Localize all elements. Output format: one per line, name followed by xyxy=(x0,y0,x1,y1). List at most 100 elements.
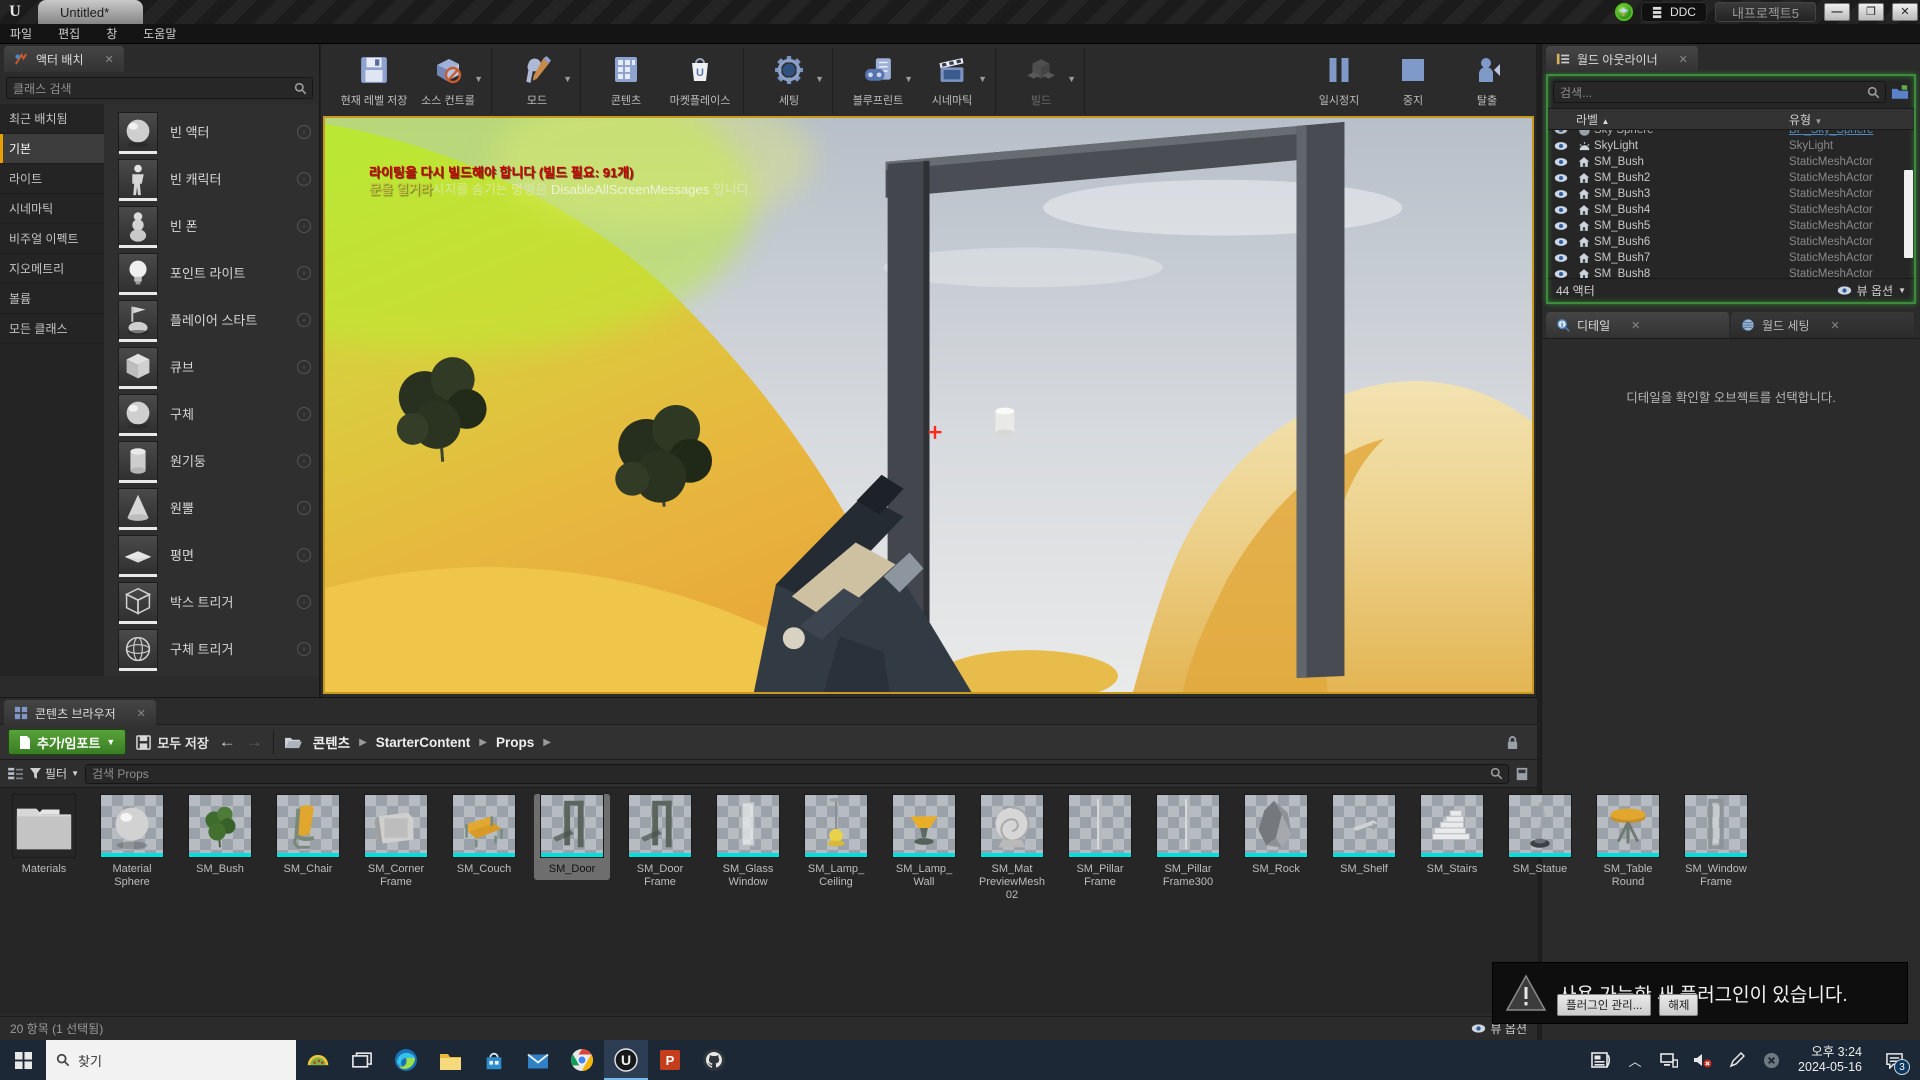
close-icon[interactable]: ✕ xyxy=(1631,319,1640,332)
content-browser-tab[interactable]: 콘텐츠 브라우저 ✕ xyxy=(4,700,156,726)
taskbar-search-input[interactable]: 찾기 xyxy=(46,1040,296,1080)
chevron-down-icon[interactable]: ▼ xyxy=(563,74,572,84)
label-column[interactable]: 라벨 xyxy=(1576,113,1598,127)
sources-panel-icon[interactable] xyxy=(8,767,24,781)
breadcrumb-StarterContent[interactable]: StarterContent xyxy=(376,735,471,750)
actor-item[interactable]: 빈 캐릭터◦ xyxy=(104,155,319,202)
asset-SM_Lamp_-Wall[interactable]: SM_Lamp_ Wall xyxy=(886,794,962,893)
stop-button[interactable]: 중지 xyxy=(1376,48,1450,114)
build-button[interactable]: 빌드▼ xyxy=(1004,48,1078,114)
close-icon[interactable]: ✕ xyxy=(1831,319,1840,332)
asset-SM_Rock[interactable]: SM_Rock xyxy=(1238,794,1314,880)
taskbar-app-chrome[interactable] xyxy=(560,1040,604,1080)
taskbar-app-store[interactable] xyxy=(472,1040,516,1080)
marketplace-button[interactable]: U마켓플레이스 xyxy=(663,48,737,114)
asset-SM_Lamp_-Ceiling[interactable]: SM_Lamp_ Ceiling xyxy=(798,794,874,893)
chevron-down-icon[interactable]: ▼ xyxy=(815,74,824,84)
category-최근 배치됨[interactable]: 최근 배치됨 xyxy=(0,104,104,134)
menu-창[interactable]: 창 xyxy=(106,25,117,42)
cinematics-button[interactable]: 시네마틱▼ xyxy=(915,48,989,114)
asset-SM_Chair[interactable]: SM_Chair xyxy=(270,794,346,880)
save-search-icon[interactable] xyxy=(1515,767,1529,781)
forward-button[interactable]: → xyxy=(246,732,263,752)
actor-item[interactable]: 빈 액터◦ xyxy=(104,108,319,155)
taskbar-app-explorer[interactable] xyxy=(428,1040,472,1080)
actor-item[interactable]: 포인트 라이트◦ xyxy=(104,249,319,296)
category-지오메트리[interactable]: 지오메트리 xyxy=(0,254,104,284)
taskbar-app-mail[interactable] xyxy=(516,1040,560,1080)
outliner-search-input[interactable]: 검색... xyxy=(1553,81,1886,103)
outliner-row[interactable]: SM_BushStaticMeshActor xyxy=(1548,154,1914,170)
maximize-button[interactable]: ❐ xyxy=(1858,3,1884,21)
taskbar-app-taskview[interactable] xyxy=(340,1040,384,1080)
pause-button[interactable]: 일시정지 xyxy=(1302,48,1376,114)
new-folder-icon[interactable] xyxy=(1891,85,1909,100)
menu-파일[interactable]: 파일 xyxy=(10,25,32,42)
outliner-row[interactable]: SM_Bush3StaticMeshActor xyxy=(1548,186,1914,202)
world-outliner-tab[interactable]: 월드 아웃라이너 ✕ xyxy=(1546,46,1698,72)
visibility-eye-icon[interactable] xyxy=(1548,141,1574,151)
asset-SM_Door[interactable]: SM_Door xyxy=(534,794,610,880)
visibility-eye-icon[interactable] xyxy=(1548,189,1574,199)
save-all-button[interactable]: 모두 저장 xyxy=(136,733,208,752)
visibility-eye-icon[interactable] xyxy=(1548,237,1574,247)
asset-SM_Window-Frame[interactable]: SM_Window Frame xyxy=(1678,794,1754,893)
back-button[interactable]: ← xyxy=(219,732,236,752)
visibility-eye-icon[interactable] xyxy=(1548,269,1574,278)
outliner-row[interactable]: SM_Bush2StaticMeshActor xyxy=(1548,170,1914,186)
type-column[interactable]: 유형 xyxy=(1789,113,1811,127)
taskbar-app-powerpoint[interactable]: P xyxy=(648,1040,692,1080)
modes-button[interactable]: 모드▼ xyxy=(500,48,574,114)
category-비주얼 이펙트[interactable]: 비주얼 이펙트 xyxy=(0,224,104,254)
outliner-scrollbar[interactable] xyxy=(1904,170,1913,258)
actor-item[interactable]: 평면◦ xyxy=(104,531,319,578)
asset-SM_Mat-PreviewMesh-02[interactable]: SM_Mat PreviewMesh 02 xyxy=(974,794,1050,906)
network-icon[interactable] xyxy=(1654,1040,1684,1080)
details-tab[interactable]: i 디테일 ✕ xyxy=(1546,312,1729,338)
asset-search-input[interactable]: 검색 Props xyxy=(85,764,1509,784)
breadcrumb-콘텐츠[interactable]: 콘텐츠 xyxy=(313,732,350,752)
visibility-eye-icon[interactable] xyxy=(1548,253,1574,263)
outliner-row[interactable]: SkyLightSkyLight xyxy=(1548,138,1914,154)
settings-button[interactable]: 세팅▼ xyxy=(752,48,826,114)
place-actors-tab[interactable]: 액터 배치 ✕ xyxy=(4,46,124,72)
visibility-eye-icon[interactable] xyxy=(1548,205,1574,215)
asset-SM_Bush[interactable]: SM_Bush xyxy=(182,794,258,880)
start-button[interactable] xyxy=(0,1040,46,1080)
chevron-down-icon[interactable]: ▼ xyxy=(1067,74,1076,84)
content-button[interactable]: 콘텐츠 xyxy=(589,48,663,114)
filter-down-icon[interactable]: ▼ xyxy=(1814,117,1822,126)
taskbar-app-widget[interactable] xyxy=(296,1040,340,1080)
outliner-row[interactable]: SM_Bush6StaticMeshActor xyxy=(1548,234,1914,250)
pen-icon[interactable] xyxy=(1722,1040,1752,1080)
taskbar-clock[interactable]: 오후 3:24 2024-05-16 xyxy=(1790,1045,1870,1075)
visibility-eye-icon[interactable] xyxy=(1548,157,1574,167)
taskbar-app-edge[interactable] xyxy=(384,1040,428,1080)
category-기본[interactable]: 기본 xyxy=(0,134,104,164)
outliner-row[interactable]: SM_Bush7StaticMeshActor xyxy=(1548,250,1914,266)
compile-status-icon[interactable] xyxy=(1615,3,1633,21)
blueprints-button[interactable]: 블루프린트▼ xyxy=(841,48,915,114)
chevron-down-icon[interactable]: ▼ xyxy=(474,74,483,84)
eject-button[interactable]: 탈출 xyxy=(1450,48,1524,114)
taskbar-app-github[interactable] xyxy=(692,1040,736,1080)
actor-type[interactable]: BP_Sky_Sphere xyxy=(1789,130,1914,136)
asset-SM_Pillar-Frame[interactable]: SM_Pillar Frame xyxy=(1062,794,1138,893)
save-level-button[interactable]: 현재 레벨 저장 xyxy=(337,48,411,114)
outliner-view-options[interactable]: 뷰 옵션▼ xyxy=(1837,282,1906,299)
asset-Material-Sphere[interactable]: Material Sphere xyxy=(94,794,170,893)
add-import-button[interactable]: 추가/임포트 ▼ xyxy=(8,729,126,755)
actor-item[interactable]: 원뿔◦ xyxy=(104,484,319,531)
breadcrumb-Props[interactable]: Props xyxy=(496,735,534,750)
actor-item[interactable]: 큐브◦ xyxy=(104,343,319,390)
chevron-down-icon[interactable]: ▼ xyxy=(904,74,913,84)
class-search-input[interactable]: 클래스 검색 xyxy=(6,77,313,99)
asset-SM_Glass-Window[interactable]: SM_Glass Window xyxy=(710,794,786,893)
viewport[interactable]: 라이팅을 다시 빌드해야 합니다 (빌드 필요: 91개) 문을 열거라시지를 … xyxy=(323,116,1534,694)
actor-item[interactable]: 박스 트리거◦ xyxy=(104,578,319,625)
outliner-column-headers[interactable]: 라벨 ▲ 유형 ▼ xyxy=(1548,108,1914,130)
outliner-row[interactable]: Sky SphereBP_Sky_Sphere xyxy=(1548,130,1914,138)
level-tab[interactable]: Untitled* xyxy=(38,0,143,24)
asset-SM_Door-Frame[interactable]: SM_Door Frame xyxy=(622,794,698,893)
visibility-eye-icon[interactable] xyxy=(1548,130,1574,135)
